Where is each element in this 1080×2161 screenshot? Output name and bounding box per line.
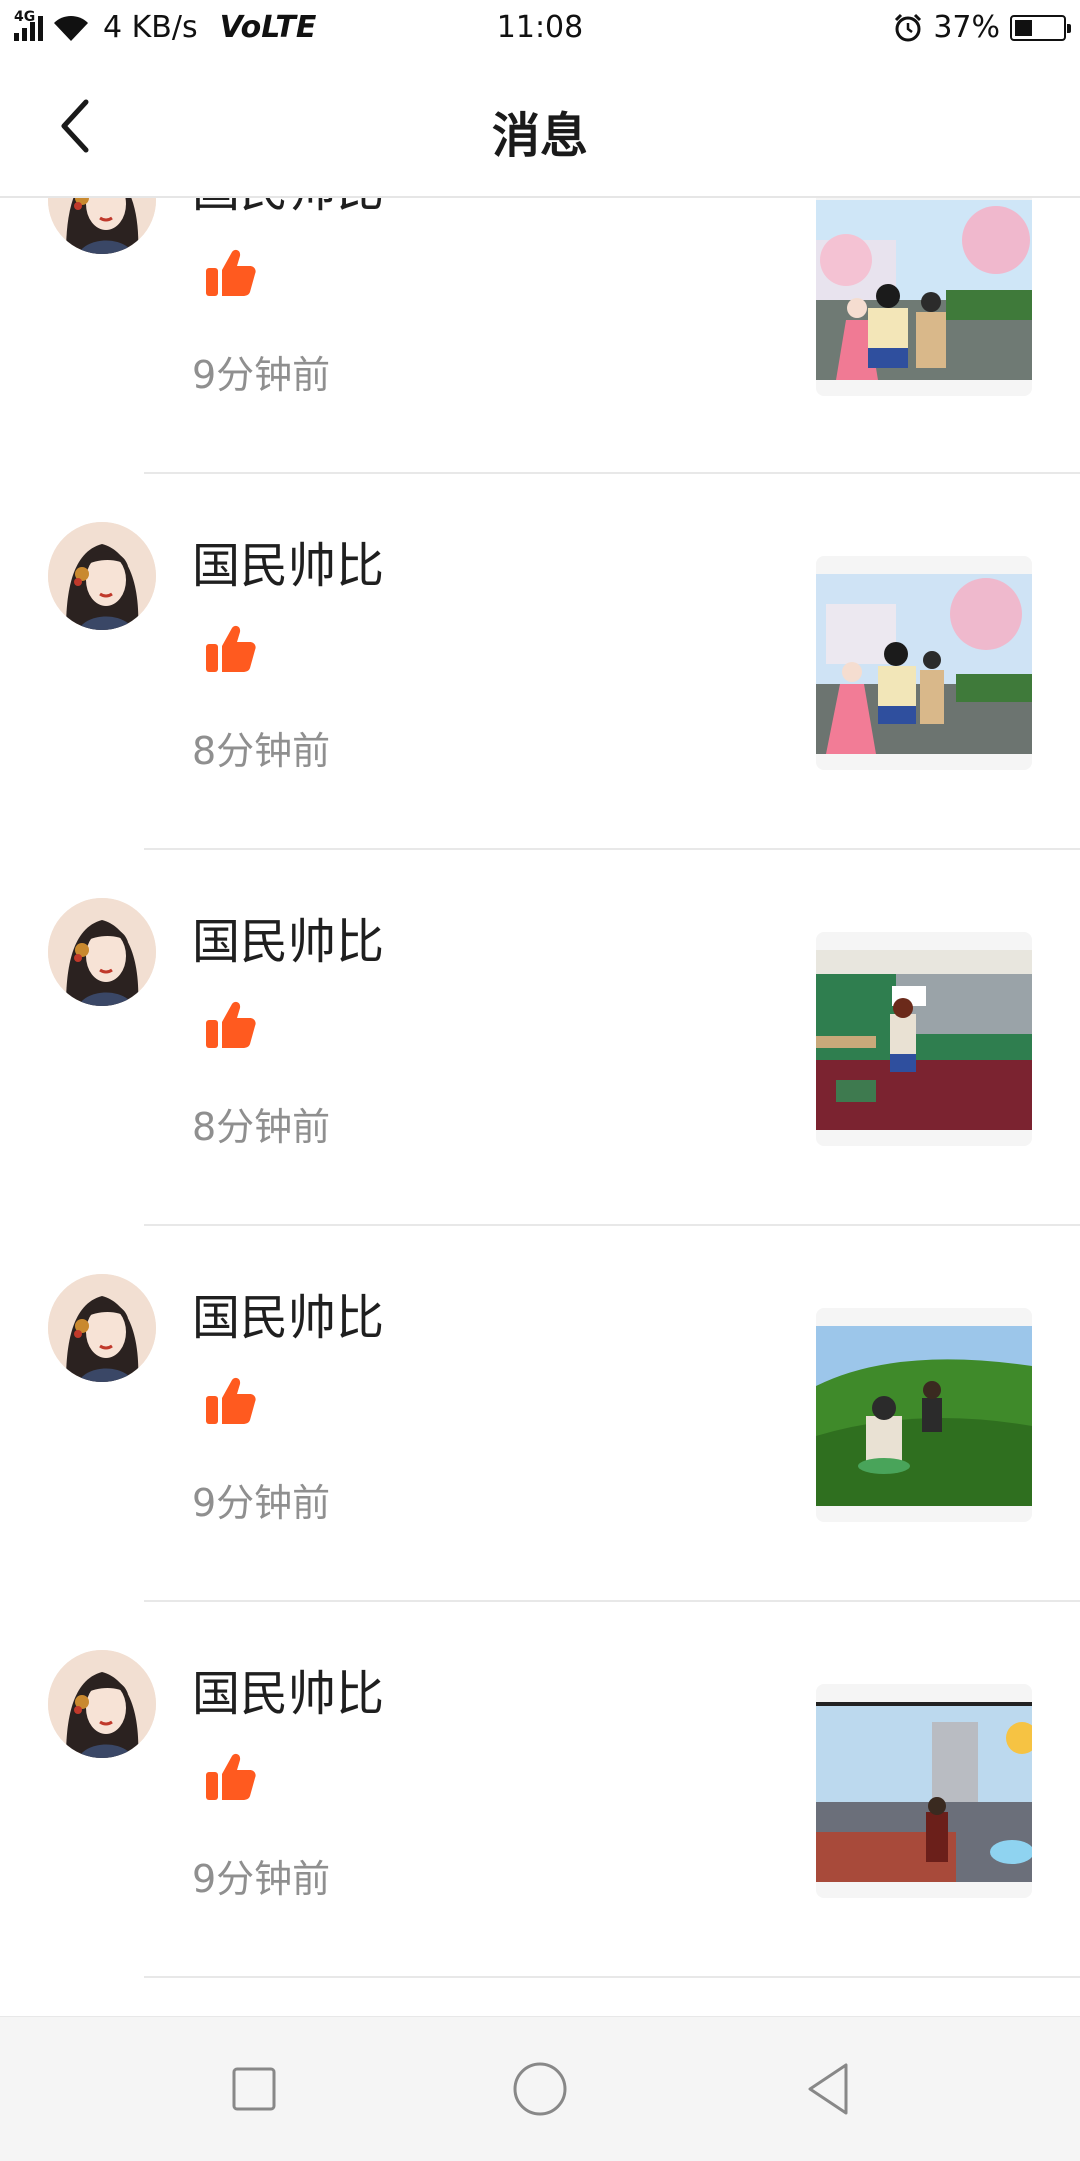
- list-item[interactable]: 国民帅比 9分钟前: [0, 1224, 1080, 1602]
- notification-list[interactable]: 国民帅比 9分钟前 国民帅比 8分: [0, 198, 1080, 2018]
- post-thumbnail[interactable]: [816, 1684, 1032, 1898]
- user-name[interactable]: 国民帅比: [192, 902, 384, 972]
- avatar[interactable]: [48, 898, 156, 1006]
- post-thumbnail[interactable]: [816, 1308, 1032, 1522]
- alarm-icon: [895, 13, 922, 41]
- timestamp: 8分钟前: [192, 1105, 331, 1149]
- thumbnail-image: [816, 1702, 1032, 1882]
- timestamp: 8分钟前: [192, 729, 331, 773]
- triangle-back-icon[interactable]: [796, 2057, 860, 2121]
- battery-icon: [1010, 14, 1071, 41]
- post-thumbnail[interactable]: [816, 198, 1032, 396]
- thumbnail-image: [816, 1326, 1032, 1506]
- post-thumbnail[interactable]: [816, 932, 1032, 1146]
- list-item[interactable]: 国民帅比 9分钟前: [0, 198, 1080, 474]
- timestamp: 9分钟前: [192, 1857, 331, 1901]
- system-nav-bar: [0, 2016, 1080, 2161]
- timestamp: 9分钟前: [192, 353, 331, 397]
- square-icon[interactable]: [222, 2057, 286, 2121]
- user-name[interactable]: 国民帅比: [192, 1278, 384, 1348]
- user-name[interactable]: 国民帅比: [192, 198, 384, 220]
- thumbs-up-icon: [204, 622, 258, 676]
- thumbs-up-icon: [204, 1374, 258, 1428]
- thumbs-up-icon: [204, 246, 258, 300]
- battery-percent: 37%: [933, 10, 1000, 45]
- thumbnail-image: [816, 200, 1032, 380]
- status-right: 37%: [893, 10, 1071, 45]
- battery-fill: [1015, 19, 1032, 36]
- avatar[interactable]: [48, 198, 156, 254]
- list-item[interactable]: 国民帅比 8分钟前: [0, 472, 1080, 850]
- avatar[interactable]: [48, 1650, 156, 1758]
- status-bar: 4G 4 KB/s VoLTE 11:08 37%: [0, 0, 1080, 56]
- user-name[interactable]: 国民帅比: [192, 1654, 384, 1724]
- timestamp: 9分钟前: [192, 1481, 331, 1525]
- avatar[interactable]: [48, 522, 156, 630]
- thumbs-up-icon: [204, 998, 258, 1052]
- thumbs-up-icon: [204, 1750, 258, 1804]
- header: 消息: [0, 56, 1080, 198]
- list-item[interactable]: 国民帅比 9分钟前: [0, 1600, 1080, 1978]
- page-title: 消息: [491, 108, 588, 164]
- avatar[interactable]: [48, 1274, 156, 1382]
- thumbnail-image: [816, 950, 1032, 1130]
- circle-icon[interactable]: [508, 2057, 572, 2121]
- post-thumbnail[interactable]: [816, 556, 1032, 770]
- thumbnail-image: [816, 574, 1032, 754]
- user-name[interactable]: 国民帅比: [192, 526, 384, 596]
- divider: [144, 1976, 1080, 1978]
- list-item[interactable]: 国民帅比 8分钟前: [0, 848, 1080, 1226]
